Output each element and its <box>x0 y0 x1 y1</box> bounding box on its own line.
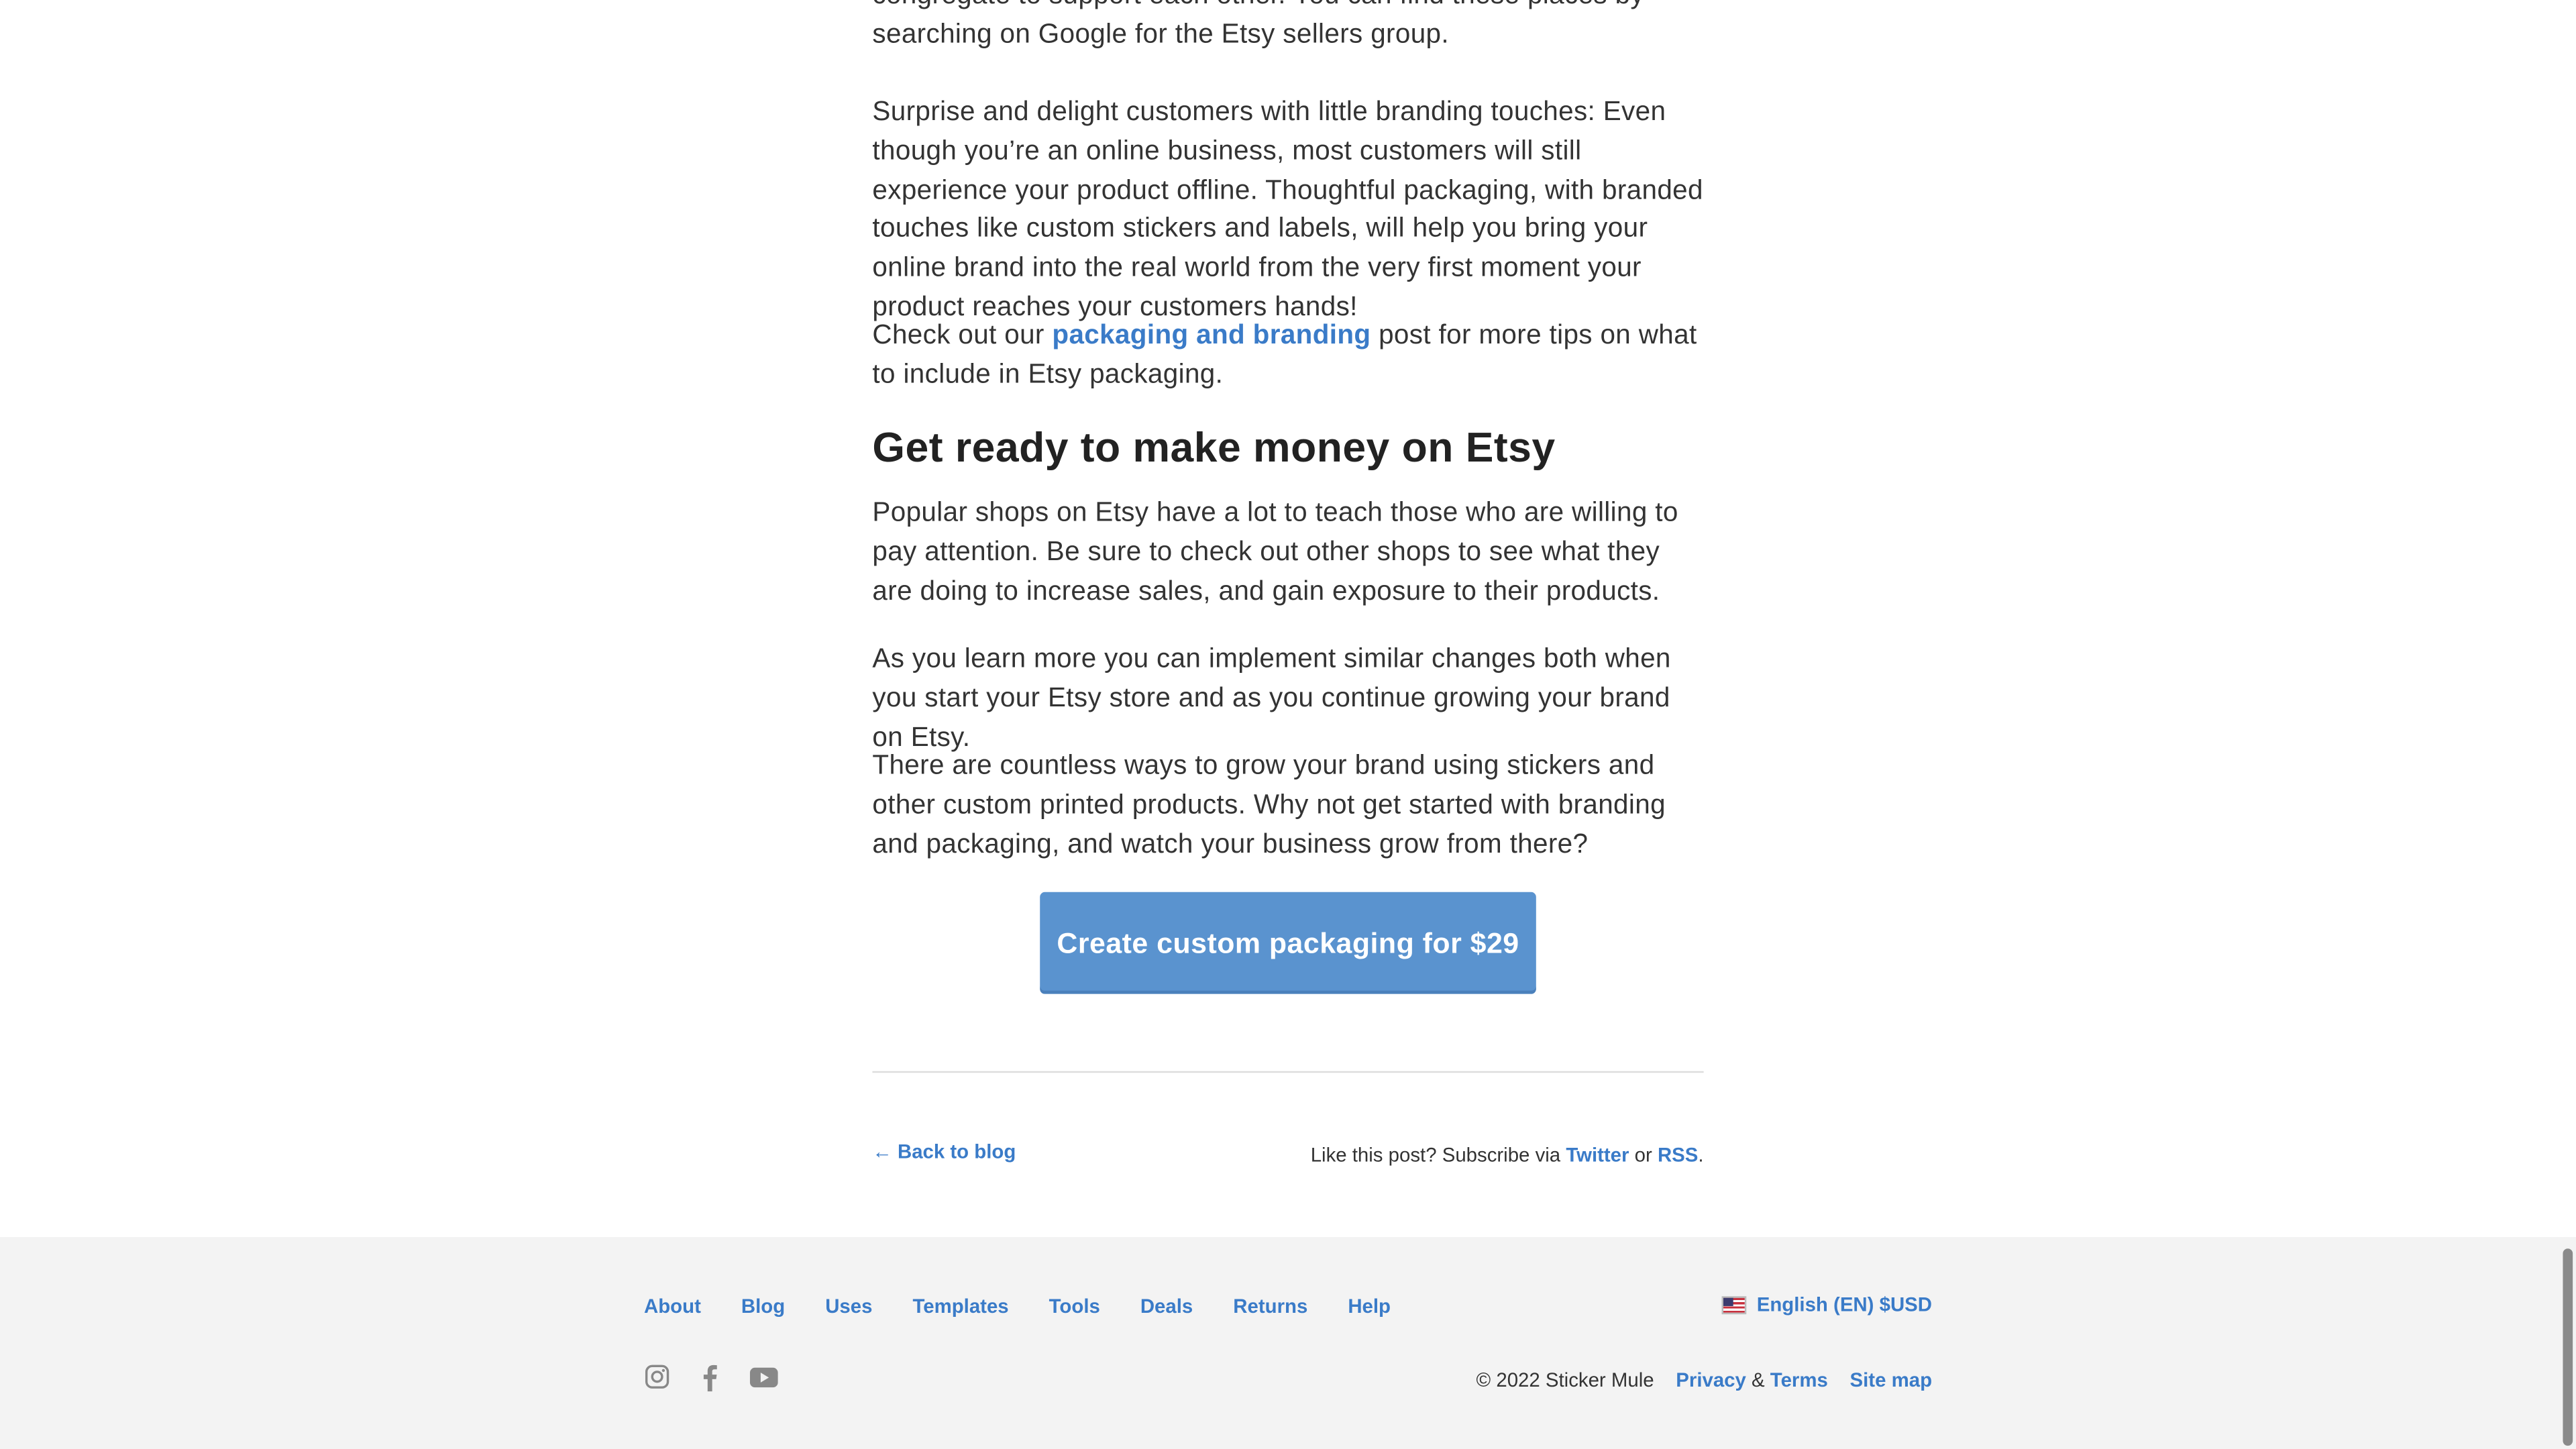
scrollbar[interactable] <box>2561 0 2576 1449</box>
amp-text: & <box>1746 1368 1770 1392</box>
page: congregate to support each other. You ca… <box>0 0 2576 1449</box>
footer-link-blog[interactable]: Blog <box>741 1295 785 1318</box>
instagram-icon[interactable] <box>644 1362 670 1391</box>
footer-link-deals[interactable]: Deals <box>1140 1295 1193 1318</box>
back-to-blog-link[interactable]: ← Back to blog <box>872 1140 1016 1163</box>
footer-link-tools[interactable]: Tools <box>1049 1295 1100 1318</box>
paragraph-learn-more: As you learn more you can implement simi… <box>872 644 1671 752</box>
us-flag-icon <box>1722 1295 1748 1313</box>
site-footer: About Blog Uses Templates Tools Deals Re… <box>0 1237 2576 1449</box>
privacy-link[interactable]: Privacy <box>1676 1368 1746 1391</box>
subscribe-period: . <box>1698 1143 1704 1167</box>
subscribe-line: Like this post? Subscribe via Twitter or… <box>1311 1144 1704 1167</box>
footer-link-uses[interactable]: Uses <box>825 1295 872 1318</box>
social-links <box>644 1362 779 1391</box>
paragraph-check-out: Check out our packaging and branding pos… <box>872 317 1703 396</box>
copyright-text: © 2022 Sticker Mule <box>1476 1368 1654 1392</box>
paragraph-countless-ways: There are countless ways to grow your br… <box>872 751 1666 859</box>
paragraph-popular-shops: Popular shops on Etsy have a lot to teac… <box>872 498 1678 606</box>
footer-nav: About Blog Uses Templates Tools Deals Re… <box>644 1295 1431 1318</box>
twitter-link[interactable]: Twitter <box>1566 1144 1629 1167</box>
footer-link-help[interactable]: Help <box>1348 1295 1391 1318</box>
paragraph-surprise: Surprise and delight customers with litt… <box>872 97 1703 322</box>
packaging-branding-link[interactable]: packaging and branding <box>1052 321 1371 350</box>
language-label: English (EN) $USD <box>1756 1293 1933 1316</box>
sitemap-link[interactable]: Site map <box>1850 1368 1932 1391</box>
copyright-line: © 2022 Sticker Mule Privacy & Terms Site… <box>1477 1368 1932 1391</box>
subscribe-prefix: Like this post? Subscribe via <box>1310 1143 1566 1167</box>
subscribe-or: or <box>1629 1143 1658 1167</box>
terms-link[interactable]: Terms <box>1770 1368 1828 1391</box>
scrollbar-thumb[interactable] <box>2563 1248 2573 1446</box>
facebook-icon[interactable] <box>702 1362 718 1391</box>
create-packaging-button[interactable]: Create custom packaging for $29 <box>1040 892 1536 994</box>
divider <box>872 1071 1704 1073</box>
footer-link-about[interactable]: About <box>644 1295 701 1318</box>
youtube-icon[interactable] <box>749 1362 779 1391</box>
footer-link-returns[interactable]: Returns <box>1233 1295 1307 1318</box>
check-out-prefix: Check out our <box>872 320 1053 350</box>
paragraph-community: congregate to support each other. You ca… <box>872 0 1644 49</box>
language-selector[interactable]: English (EN) $USD <box>1722 1293 1932 1316</box>
rss-link[interactable]: RSS <box>1658 1144 1698 1167</box>
footer-link-templates[interactable]: Templates <box>912 1295 1008 1318</box>
section-heading: Get ready to make money on Etsy <box>872 425 1556 472</box>
